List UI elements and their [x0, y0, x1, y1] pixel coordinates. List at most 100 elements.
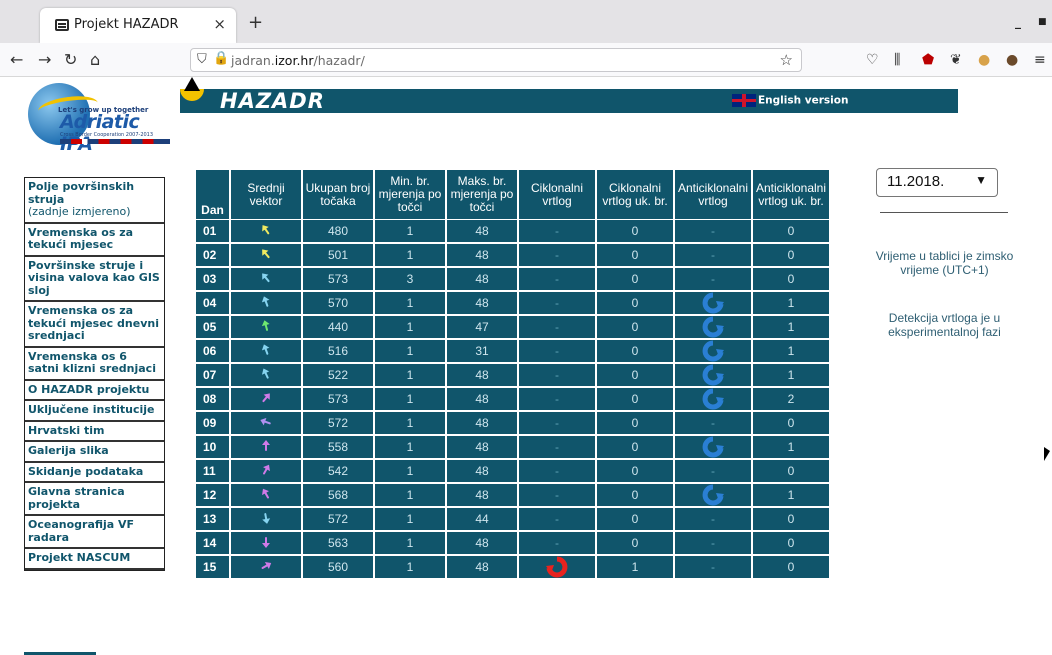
value-cell: 0: [597, 340, 673, 364]
value-cell: 48: [447, 220, 517, 244]
sidebar-item[interactable]: Oceanografija VF radara: [25, 516, 164, 549]
value-cell: 0: [597, 532, 673, 556]
empty-cell: -: [675, 412, 751, 436]
address-bar[interactable]: ⛉ 🔒 jadran.izor.hr/hazadr/ ☆: [190, 48, 802, 72]
forward-icon[interactable]: →: [38, 50, 51, 69]
value-cell: 570: [303, 292, 373, 316]
buoy-icon: [180, 77, 204, 113]
value-cell: 558: [303, 436, 373, 460]
table-row: 15 560 1 48 1-0: [196, 556, 829, 580]
sidebar-item[interactable]: Uključene institucije: [25, 401, 164, 422]
back-icon[interactable]: ←: [10, 50, 23, 69]
empty-cell: -: [675, 268, 751, 292]
menu-icon[interactable]: ≡: [1034, 52, 1046, 68]
mean-vector-arrow-icon: [231, 436, 301, 460]
minimize-icon[interactable]: _: [1015, 15, 1021, 29]
empty-cell: -: [675, 244, 751, 268]
mean-vector-arrow-icon: [231, 460, 301, 484]
sidebar-item[interactable]: Projekt NASCUM: [25, 549, 164, 570]
value-cell: 1: [753, 316, 829, 340]
lock-icon[interactable]: 🔒: [213, 51, 229, 66]
empty-cell: -: [519, 340, 595, 364]
value-cell: 48: [447, 556, 517, 580]
mean-vector-arrow-icon: [231, 340, 301, 364]
sidebar-item[interactable]: Polje površinskih struja (zadnje izmjeren…: [25, 178, 164, 224]
sidebar-item[interactable]: Glavna stranica projekta: [25, 483, 164, 516]
column-header: Anticiklonalni vrtlog: [675, 170, 751, 220]
new-tab-button[interactable]: +: [248, 12, 263, 33]
empty-cell: -: [519, 268, 595, 292]
empty-cell: -: [519, 364, 595, 388]
value-cell: 0: [597, 388, 673, 412]
empty-cell: -: [519, 508, 595, 532]
value-cell: 0: [753, 244, 829, 268]
mean-vector-arrow-icon: [231, 292, 301, 316]
sidebar-item[interactable]: Vremenska os za tekući mjesec dnevni sre…: [25, 302, 164, 348]
anticyclonic-vortex-icon: [675, 292, 751, 316]
home-icon[interactable]: ⌂: [90, 50, 100, 69]
month-select[interactable]: 11.2018. ▼: [876, 168, 998, 197]
extension-paw-icon[interactable]: ❦: [950, 52, 962, 68]
value-cell: 44: [447, 508, 517, 532]
value-cell: 1: [375, 460, 445, 484]
table-row: 03 573 3 48-0-0: [196, 268, 829, 292]
close-tab-icon[interactable]: ×: [213, 15, 226, 33]
value-cell: 0: [597, 508, 673, 532]
adriatic-ipa-logo[interactable]: Let's grow up together Adriatic IPA Cros…: [24, 81, 170, 155]
tracking-shield-icon[interactable]: ⛉: [197, 52, 207, 67]
library-icon[interactable]: ⫼: [894, 52, 900, 68]
value-cell: 0: [753, 412, 829, 436]
sidebar-item[interactable]: Hrvatski tim: [25, 422, 164, 442]
sidebar-item[interactable]: Vremenska os 6 satni klizni srednjaci: [25, 348, 164, 381]
value-cell: 0: [597, 244, 673, 268]
maximize-icon[interactable]: ■: [1038, 17, 1047, 27]
extension-icon[interactable]: ●: [1006, 52, 1018, 68]
empty-cell: -: [519, 220, 595, 244]
browser-tab[interactable]: Projekt HAZADR ×: [40, 8, 236, 43]
ublock-icon[interactable]: ⬟: [922, 52, 934, 68]
bookmark-star-icon[interactable]: ☆: [780, 51, 793, 69]
sidebar-item[interactable]: O HAZADR projektu: [25, 381, 164, 401]
anticyclonic-vortex-icon: [675, 316, 751, 340]
sidebar-item[interactable]: Vremenska os za tekući mjesec: [25, 224, 164, 257]
divider: [880, 212, 1008, 213]
empty-cell: -: [675, 532, 751, 556]
value-cell: 0: [597, 412, 673, 436]
value-cell: 1: [597, 556, 673, 580]
column-header: Anticiklonalni vrtlog uk. br.: [753, 170, 829, 220]
value-cell: 1: [375, 316, 445, 340]
day-cell: 10: [196, 436, 229, 460]
day-cell: 08: [196, 388, 229, 412]
empty-cell: -: [519, 412, 595, 436]
mean-vector-arrow-icon: [231, 532, 301, 556]
sidebar-item[interactable]: Skidanje podataka: [25, 463, 164, 483]
value-cell: 1: [375, 484, 445, 508]
value-cell: 1: [375, 412, 445, 436]
reload-icon[interactable]: ↻: [64, 50, 77, 69]
table-row: 08 573 1 48-0 2: [196, 388, 829, 412]
sidebar-item[interactable]: Površinske struje i visina valova kao GI…: [25, 257, 164, 302]
sidebar-item[interactable]: Galerija slika: [25, 442, 164, 463]
value-cell: 1: [375, 244, 445, 268]
uk-flag-icon: [732, 94, 756, 107]
value-cell: 48: [447, 532, 517, 556]
empty-cell: -: [675, 460, 751, 484]
value-cell: 568: [303, 484, 373, 508]
mean-vector-arrow-icon: [231, 244, 301, 268]
value-cell: 480: [303, 220, 373, 244]
detection-note: Detekcija vrtloga je u eksperimentalnoj …: [888, 311, 1001, 339]
table-row: 06 516 1 31-0 1: [196, 340, 829, 364]
day-cell: 01: [196, 220, 229, 244]
value-cell: 3: [375, 268, 445, 292]
value-cell: 0: [753, 556, 829, 580]
page-title: HAZADR: [220, 89, 325, 113]
pocket-icon[interactable]: ♡: [866, 52, 879, 68]
table-row: 02 501 1 48-0-0: [196, 244, 829, 268]
table-row: 05 440 1 47-0 1: [196, 316, 829, 340]
cookie-icon[interactable]: ●: [978, 52, 990, 68]
value-cell: 516: [303, 340, 373, 364]
table-row: 07 522 1 48-0 1: [196, 364, 829, 388]
empty-cell: -: [519, 292, 595, 316]
value-cell: 48: [447, 244, 517, 268]
english-version-link[interactable]: English version: [732, 94, 848, 107]
